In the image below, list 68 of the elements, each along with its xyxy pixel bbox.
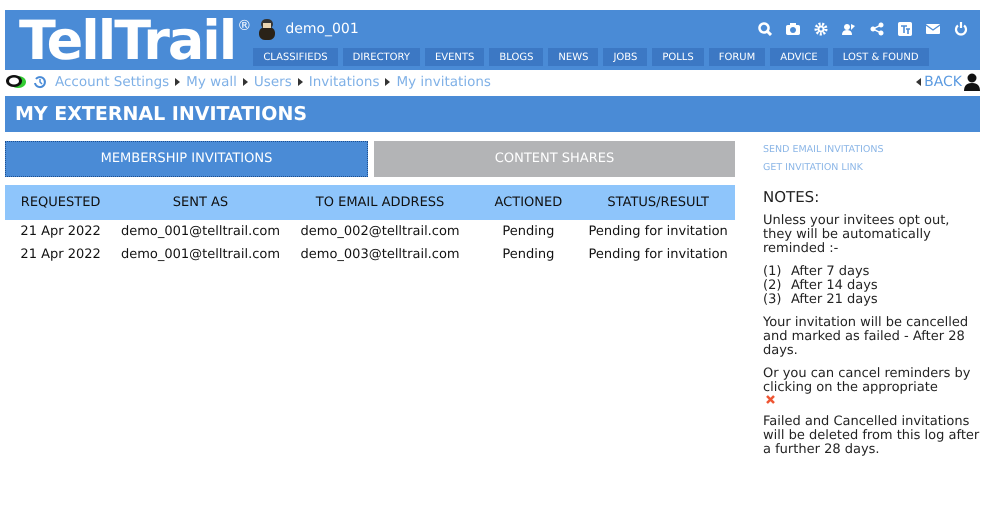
tab[interactable]: CONTENT SHARES xyxy=(374,141,735,177)
table-cell: 21 Apr 2022 xyxy=(5,220,116,243)
table-cell-text: Pending for invitation xyxy=(588,246,729,264)
nav-tab[interactable]: ADVICE xyxy=(770,48,828,66)
history-icon[interactable] xyxy=(33,75,47,89)
caret-left-icon xyxy=(916,78,922,86)
tab[interactable]: MEMBERSHIP INVITATIONS xyxy=(5,141,368,177)
column-header: SENT AS xyxy=(116,185,285,220)
settings-icon[interactable] xyxy=(814,22,828,36)
column-header: REQUESTED xyxy=(5,185,116,220)
breadcrumb-link[interactable]: Account Settings xyxy=(55,72,170,92)
logo[interactable]: TellTrail xyxy=(19,14,236,68)
nav-tab[interactable]: LOST & FOUND xyxy=(832,48,929,66)
column-header: STATUS/RESULT xyxy=(581,185,735,220)
column-header: TO EMAIL ADDRESS xyxy=(284,185,476,220)
page-title: MY EXTERNAL INVITATIONS xyxy=(15,102,308,127)
app-icon[interactable] xyxy=(898,22,912,36)
mail-icon[interactable] xyxy=(926,22,940,36)
table-cell-text: demo_003@telltrail.com xyxy=(300,246,461,264)
nav-tab[interactable]: EVENTS xyxy=(424,48,484,66)
list-item-text: After 21 days xyxy=(791,292,878,306)
camera-icon[interactable] xyxy=(786,22,800,36)
notes-paragraph: Your invitation will be cancelled and marked as failed - After 28 days. xyxy=(763,316,970,358)
registered-mark: ® xyxy=(237,17,252,36)
table-cell-text: 21 Apr 2022 xyxy=(19,246,102,264)
nav-tab[interactable]: BLOGS xyxy=(489,48,544,66)
search-icon[interactable] xyxy=(758,22,772,36)
back-link[interactable]: BACK xyxy=(916,72,962,92)
column-header: ACTIONED xyxy=(475,185,582,220)
user-icon[interactable] xyxy=(964,73,980,91)
caret-right-icon xyxy=(242,78,248,86)
username[interactable]: demo_001 xyxy=(285,18,359,40)
list-item-text: After 14 days xyxy=(791,278,878,292)
breadcrumb-link[interactable]: My invitations xyxy=(396,72,491,92)
table-cell-text: demo_001@telltrail.com xyxy=(120,246,281,264)
nav-tab[interactable]: FORUM xyxy=(708,48,766,66)
notes-paragraph: Unless your invitees opt out, they will be automatically reminded :- xyxy=(763,214,950,256)
nav-tab[interactable]: POLLS xyxy=(652,48,704,66)
breadcrumb-link[interactable]: Users xyxy=(254,72,292,92)
notes-paragraph: Or you can cancel reminders by clicking on the appropriate xyxy=(763,366,972,394)
side-link[interactable]: GET INVITATION LINK xyxy=(763,161,980,176)
table-cell: Pending for invitation xyxy=(581,220,735,243)
chat-icon[interactable] xyxy=(5,74,27,90)
breadcrumb-link[interactable]: Invitations xyxy=(308,72,380,92)
users-icon[interactable] xyxy=(842,22,856,36)
list-item-text: After 7 days xyxy=(791,264,870,278)
side-link[interactable]: SEND EMAIL INVITATIONS xyxy=(763,143,980,158)
list-number: (1) xyxy=(763,264,782,278)
caret-right-icon xyxy=(385,78,390,86)
caret-right-icon xyxy=(298,78,303,86)
power-icon[interactable] xyxy=(954,22,968,36)
nav-tab[interactable]: NEWS xyxy=(548,48,598,66)
notes-heading: NOTES: xyxy=(763,190,820,204)
notes-paragraph: Failed and Cancelled invitations will be deleted from this log after a further 28 days. xyxy=(763,414,980,456)
nav-tab[interactable]: CLASSIFIEDS xyxy=(253,48,338,66)
list-number: (2) xyxy=(763,278,782,292)
table-cell: Pending xyxy=(475,220,582,243)
table-cell: demo_001@telltrail.com xyxy=(116,220,285,243)
close-icon xyxy=(766,394,775,404)
share-icon[interactable] xyxy=(870,22,884,36)
nav-tab[interactable]: JOBS xyxy=(603,48,648,66)
caret-right-icon xyxy=(175,78,180,86)
breadcrumb-link[interactable]: My wall xyxy=(186,72,237,92)
list-number: (3) xyxy=(763,292,782,306)
nav-tab[interactable]: DIRECTORY xyxy=(342,48,420,66)
table-cell: demo_002@telltrail.com xyxy=(284,220,476,243)
table-cell-text: Pending xyxy=(501,246,556,264)
avatar-icon[interactable] xyxy=(259,17,276,41)
